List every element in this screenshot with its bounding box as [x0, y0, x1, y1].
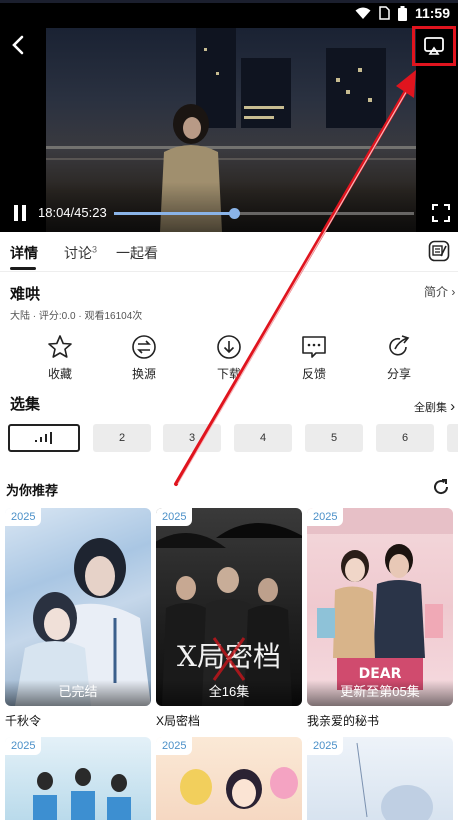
- recommend-card[interactable]: X局密档 2025 全16集 X局密档: [156, 508, 302, 729]
- intro-link-label: 简介: [424, 285, 449, 299]
- year-badge: 2025: [156, 508, 193, 526]
- status-time: 11:59: [414, 5, 450, 21]
- year-badge: 2025: [156, 737, 193, 755]
- episode-item[interactable]: 5: [305, 424, 363, 452]
- playback-time: 18:04/45:23: [38, 205, 107, 220]
- download-label: 下载: [216, 367, 241, 381]
- danmaku-toggle-icon[interactable]: [428, 240, 450, 262]
- seek-bar[interactable]: [114, 208, 414, 219]
- year-badge: 2025: [307, 737, 344, 755]
- battery-icon: [397, 5, 407, 21]
- card-title: 千秋令: [5, 714, 42, 728]
- star-icon: [48, 335, 72, 358]
- show-title: 难哄: [10, 286, 41, 303]
- poster-caption: 已完结: [5, 680, 151, 706]
- status-bar: 11:59: [0, 0, 458, 28]
- recommend-header: 为你推荐: [6, 483, 59, 498]
- player-controls: 18:04/45:23: [0, 200, 458, 226]
- cast-icon: [424, 37, 444, 55]
- playing-bars-icon: [35, 432, 52, 444]
- recommend-card[interactable]: DEAR 2025 更新至第05集 我亲爱的秘书: [307, 508, 453, 729]
- switch-source-button[interactable]: 换源: [114, 334, 174, 382]
- top-accent-line: [0, 0, 458, 3]
- card-title: 我亲爱的秘书: [307, 714, 380, 728]
- discussion-count-badge: 3: [92, 244, 98, 255]
- seek-handle[interactable]: [229, 208, 240, 219]
- recommend-card[interactable]: 2025: [156, 737, 302, 820]
- switch-source-label: 换源: [131, 367, 156, 381]
- recommend-card[interactable]: 2025: [5, 737, 151, 820]
- episode-item[interactable]: 6: [376, 424, 434, 452]
- download-icon: [217, 335, 241, 359]
- sim-icon: [379, 6, 390, 20]
- card-title: X局密档: [156, 714, 201, 728]
- tab-watch-together[interactable]: 一起看: [116, 243, 158, 263]
- recommend-card[interactable]: 2025 已完结 千秋令: [5, 508, 151, 729]
- recommend-card[interactable]: 2025: [307, 737, 453, 820]
- share-icon: [389, 335, 410, 356]
- poster-image: 2025 已完结: [5, 508, 151, 706]
- download-button[interactable]: 下载: [199, 334, 259, 382]
- episode-item[interactable]: 2: [93, 424, 151, 452]
- year-badge: 2025: [5, 737, 42, 755]
- pause-icon[interactable]: [12, 204, 28, 222]
- favorite-button[interactable]: 收藏: [30, 334, 90, 382]
- refresh-icon[interactable]: [432, 478, 450, 496]
- favorite-label: 收藏: [47, 367, 72, 381]
- feedback-label: 反馈: [301, 367, 326, 381]
- switch-source-icon: [132, 335, 156, 359]
- episode-item-partial[interactable]: [447, 424, 458, 452]
- poster-image: DEAR 2025 更新至第05集: [307, 508, 453, 706]
- detail-tabs: 详情 讨论3 一起看: [0, 232, 458, 272]
- fullscreen-icon[interactable]: [432, 204, 450, 222]
- feedback-button[interactable]: 反馈: [284, 334, 344, 382]
- all-episodes-label: 全剧集: [414, 402, 447, 414]
- wifi-icon: [355, 7, 371, 19]
- poster-caption: 更新至第05集: [307, 680, 453, 706]
- episode-list: 2 3 4 5 6: [0, 424, 458, 454]
- poster-image: 2025: [156, 737, 302, 820]
- intro-link[interactable]: 简介 ›: [424, 283, 455, 300]
- chevron-right-icon: ›: [451, 285, 456, 299]
- tab-details[interactable]: 详情: [10, 243, 38, 263]
- seek-progress: [114, 212, 234, 215]
- episode-item[interactable]: 4: [234, 424, 292, 452]
- all-episodes-link[interactable]: 全剧集 ›: [414, 398, 455, 415]
- poster-image: X局密档 2025 全16集: [156, 508, 302, 706]
- tab-discussion[interactable]: 讨论3: [64, 243, 97, 263]
- back-arrow-icon[interactable]: [8, 34, 30, 56]
- share-button[interactable]: 分享: [369, 334, 429, 382]
- episode-1-playing[interactable]: [8, 424, 80, 452]
- show-meta: 大陆 · 评分:0.0 · 观看16104次: [10, 311, 143, 322]
- tab-discussion-label: 讨论: [64, 245, 92, 261]
- action-bar: 收藏 换源 下载 反馈 分享: [0, 334, 458, 384]
- poster-caption: 全16集: [156, 680, 302, 706]
- poster-image: 2025: [307, 737, 453, 820]
- active-tab-indicator: [10, 267, 36, 270]
- share-label: 分享: [386, 367, 411, 381]
- episodes-header: 选集: [10, 396, 41, 413]
- feedback-icon: [302, 336, 326, 358]
- chevron-right-icon: ›: [450, 398, 456, 415]
- year-badge: 2025: [307, 508, 344, 526]
- cast-button[interactable]: [412, 26, 456, 66]
- episode-item[interactable]: 3: [163, 424, 221, 452]
- poster-image: 2025: [5, 737, 151, 820]
- year-badge: 2025: [5, 508, 42, 526]
